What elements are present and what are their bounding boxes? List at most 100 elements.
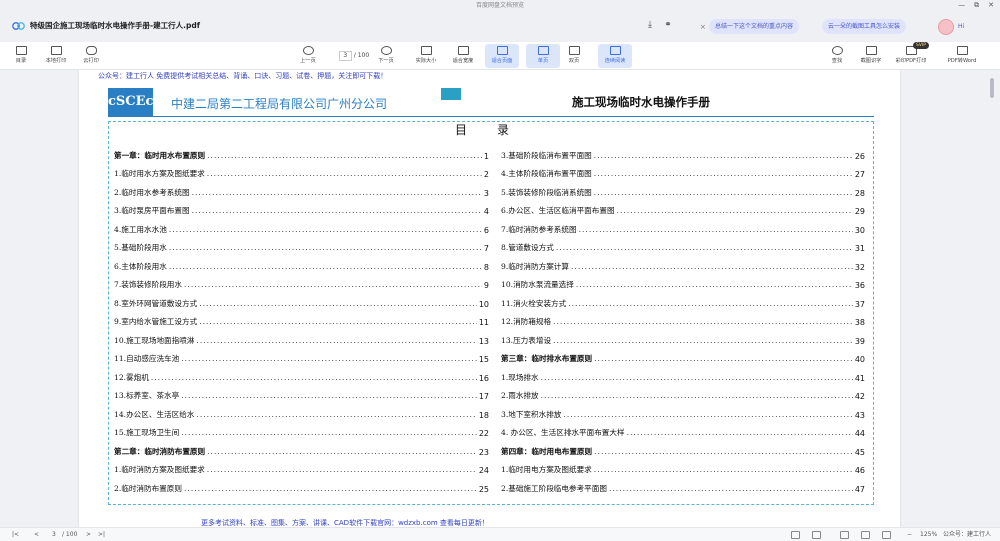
toc-leader-dots <box>207 465 477 475</box>
download-icon[interactable]: ⤓ <box>645 20 655 30</box>
toc-button[interactable]: 目录 <box>4 44 38 68</box>
prev-page-button[interactable]: 上一页 <box>291 44 325 68</box>
toc-entry-row[interactable]: 13.压力表增设 39 <box>501 327 865 346</box>
toc-entry-row[interactable]: 2.雨水排放 42 <box>501 383 865 401</box>
next-page-button[interactable]: 下一页 <box>369 44 403 68</box>
toc-leader-dots <box>196 410 476 420</box>
svip-badge: SVIP <box>913 42 929 49</box>
ai-suggestion-chip[interactable]: 总结一下这个文档的重点内容 <box>709 19 800 34</box>
fit-view-icon[interactable] <box>840 531 849 539</box>
share-icon[interactable]: ⚭ <box>663 20 673 30</box>
toc-entry-title: 2.临时消防布置原则 <box>114 483 182 493</box>
toc-entry-row[interactable]: 9.室内给水管施工设方式 11 <box>114 309 489 327</box>
toc-leader-dots <box>181 428 477 438</box>
vertical-scrollbar[interactable] <box>989 72 995 524</box>
toc-entry-row[interactable]: 8.管道敷设方式 31 <box>501 235 865 253</box>
toc-entry-row[interactable]: 12.雾炮机 16 <box>114 364 489 383</box>
toc-entry-row[interactable]: 7.装饰装修阶段用水 9 <box>114 272 489 290</box>
toc-entry-page: 46 <box>854 466 865 475</box>
toc-entry-row[interactable]: 14.办公区、生活区给水 18 <box>114 401 489 420</box>
page-total: / 100 <box>353 52 370 59</box>
toc-entry-page: 31 <box>854 244 865 253</box>
toc-chapter-row[interactable]: 第三章：临时排水布置原则 40 <box>501 346 865 364</box>
last-page-icon[interactable]: >| <box>98 531 105 539</box>
zoom-level[interactable]: 125% <box>920 531 937 539</box>
actual-size-button[interactable]: 实际大小 <box>409 44 443 68</box>
toc-entry-row[interactable]: 10.施工现场地面指喷淋 13 <box>114 327 489 346</box>
close-button[interactable]: ✕ <box>988 0 994 11</box>
toc-entry-row[interactable]: 1.临时用电方案及图纸要求 46 <box>501 457 865 475</box>
toc-entry-row[interactable]: 4. 办公区、生活区排水平面布置大样 44 <box>501 420 865 438</box>
toc-entry-row[interactable]: 11.消火栓安装方式 37 <box>501 290 865 309</box>
status-page-input[interactable]: 3 <box>52 531 56 539</box>
toc-entry-row[interactable]: 3.临时泵房平面布置图 4 <box>114 198 489 216</box>
ai-suggestions-close-icon[interactable]: × <box>700 23 708 31</box>
toc-entry-row[interactable]: 8.室外环网管道敷设方式 10 <box>114 290 489 309</box>
toc-entry-row[interactable]: 1.现场排水 41 <box>501 364 865 383</box>
ai-assistant-greeting[interactable]: Hi <box>958 23 964 30</box>
fit-width-button[interactable]: 适合宽度 <box>446 44 480 68</box>
fullscreen-icon[interactable] <box>882 531 891 539</box>
toc-entry-row[interactable]: 2.基础施工阶段临电参考平面图 47 <box>501 475 865 494</box>
toc-entry-row[interactable]: 5.装饰装修阶段临消系统图 28 <box>501 179 865 198</box>
toc-leader-dots <box>169 243 482 253</box>
toc-leader-dots <box>541 391 853 401</box>
local-print-button[interactable]: 本地打印 <box>39 44 73 68</box>
toc-column-right: 3.基础阶段临消布置平面图264.主体阶段临消布置平面图275.装饰装修阶段临消… <box>501 142 865 494</box>
search-button[interactable]: 查找 <box>820 44 854 68</box>
toc-entry-row[interactable]: 5.基础阶段用水 7 <box>114 235 489 253</box>
toc-entry-row[interactable]: 15.施工现场卫生间 22 <box>114 420 489 438</box>
scrollbar-thumb[interactable] <box>990 78 994 98</box>
toc-entry-row[interactable]: 2.临时消防布置原则 25 <box>114 475 489 494</box>
restore-button[interactable]: ⧉ <box>974 0 979 11</box>
page-number-input[interactable]: 3 <box>338 51 352 61</box>
single-page-button[interactable]: 单页 <box>526 44 560 68</box>
company-logo: cSCEc <box>108 88 153 116</box>
toc-entry-page: 30 <box>854 225 865 235</box>
prev-page-icon[interactable]: < <box>34 531 39 539</box>
company-name: 中建二局第二工程局有限公司广州分公司 <box>171 97 388 111</box>
toc-entry-row[interactable]: 10.消防水泵流量选择 36 <box>501 272 865 290</box>
toc-entry-row[interactable]: 3.地下室积水排放 43 <box>501 401 865 420</box>
sidebar-handle[interactable] <box>0 96 6 126</box>
document-viewport[interactable]: 公众号：建工行人 免费提供考试相关总结、背诵、口诀、习题、试卷、押题，关注即可下… <box>0 70 1000 527</box>
cloud-print-button[interactable]: 云打印 <box>74 44 108 68</box>
toc-entry-row[interactable]: 7.临时消防参考系统图 30 <box>501 216 865 235</box>
toc-chapter-row[interactable]: 第二章：临时消防布置原则 23 <box>114 438 489 457</box>
minimize-button[interactable]: — <box>958 0 965 11</box>
ai-suggestion-chip[interactable]: 云一朵的截图工具怎么安装 <box>822 19 907 34</box>
toc-leader-dots <box>184 484 477 494</box>
toc-entry-row[interactable]: 11.自动感应洗车池 15 <box>114 346 489 364</box>
toc-leader-dots <box>192 206 482 216</box>
toc-entry-page: 28 <box>854 188 865 198</box>
first-page-icon[interactable]: |< <box>12 531 19 539</box>
double-view-icon[interactable] <box>812 531 821 539</box>
double-page-button[interactable]: 双页 <box>557 44 591 68</box>
next-page-icon[interactable]: > <box>86 531 91 539</box>
toc-entry-row[interactable]: 1.临时用水方案及图纸要求 2 <box>114 161 489 179</box>
screenshot-ocr-button[interactable]: 截图识字 <box>854 44 888 68</box>
list-icon <box>15 46 27 55</box>
toc-entry-row[interactable]: 9.临时消防方案计算 32 <box>501 253 865 272</box>
toc-entry-row[interactable]: 13.标养室、茶水亭 17 <box>114 383 489 401</box>
continuous-reading-button[interactable]: 连续阅读 <box>598 44 632 68</box>
toc-entry-title: 10.施工现场地面指喷淋 <box>114 335 195 345</box>
cloud-printer-icon <box>85 46 97 55</box>
toc-entry-row[interactable]: 1.临时消防方案及图纸要求 24 <box>114 457 489 475</box>
zoom-out-icon[interactable]: − <box>907 531 912 539</box>
toc-entry-row[interactable]: 6.办公区、生活区临消平面布置图 29 <box>501 198 865 216</box>
toc-entry-row[interactable]: 12.消防箱规格 38 <box>501 309 865 327</box>
toc-entry-row[interactable]: 4.施工用水水池 6 <box>114 216 489 235</box>
actual-view-icon[interactable] <box>861 531 870 539</box>
single-view-icon[interactable] <box>791 531 800 539</box>
toc-chapter-row[interactable]: 第四章：临时用电布置原则 45 <box>501 438 865 457</box>
fit-page-button[interactable]: 适合页面 <box>485 44 519 68</box>
toc-entry-row[interactable]: 3.基础阶段临消布置平面图 26 <box>501 142 865 161</box>
ai-assistant-avatar[interactable] <box>938 19 954 35</box>
toc-entry-row[interactable]: 2.临时用水参考系统图 3 <box>114 179 489 198</box>
toc-entry-row[interactable]: 6.主体阶段用水 8 <box>114 253 489 272</box>
toc-entry-row[interactable]: 4.主体阶段临消布置平面图 27 <box>501 161 865 179</box>
toc-entry-page: 37 <box>854 299 865 309</box>
toc-chapter-row[interactable]: 第一章：临时用水布置原则 1 <box>114 142 489 161</box>
pdf-to-word-button[interactable]: PDF转Word <box>945 44 979 68</box>
